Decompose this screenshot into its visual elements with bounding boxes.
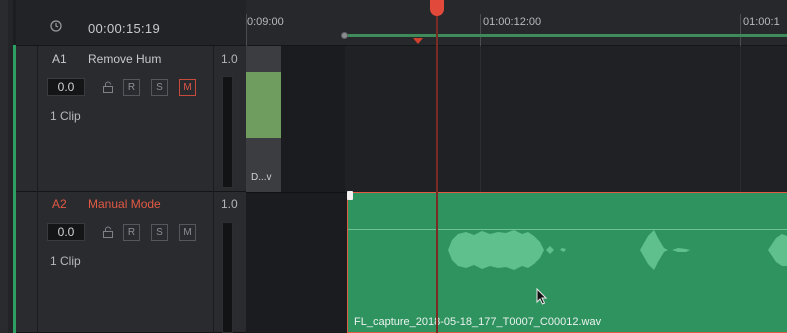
- playhead-line[interactable]: [436, 12, 438, 333]
- clock-icon: [50, 20, 62, 32]
- divider: [213, 192, 214, 333]
- mute-button[interactable]: M: [179, 224, 196, 241]
- solo-button[interactable]: S: [151, 224, 168, 241]
- ruler-tick: [740, 14, 741, 46]
- divider: [37, 46, 38, 192]
- clip-waveform: [448, 230, 787, 270]
- divider: [213, 46, 214, 192]
- track-id: A1: [52, 52, 67, 66]
- lock-icon[interactable]: [102, 81, 114, 93]
- track-level: 1.0: [221, 197, 238, 211]
- left-gutter: [0, 0, 8, 333]
- track-name[interactable]: Manual Mode: [88, 197, 161, 211]
- marker-icon[interactable]: [413, 38, 423, 44]
- track-id: A2: [52, 197, 67, 211]
- ruler-label: 01:00:1: [743, 16, 780, 28]
- timeline-range-bar[interactable]: [343, 34, 787, 37]
- volume-field[interactable]: 0.0: [47, 78, 85, 96]
- mute-button[interactable]: M: [179, 79, 196, 96]
- clip-waveform: [246, 72, 281, 138]
- track-level: 1.0: [221, 52, 238, 66]
- ruler-label: 01:00:12:00: [483, 16, 542, 28]
- clip-fade-handle[interactable]: [347, 191, 353, 200]
- clip-count: 1 Clip: [50, 254, 81, 268]
- solo-button[interactable]: S: [151, 79, 168, 96]
- clip-count: 1 Clip: [50, 109, 81, 123]
- track-name[interactable]: Remove Hum: [88, 52, 161, 66]
- arm-record-button[interactable]: R: [123, 224, 140, 241]
- mouse-cursor-icon: [536, 288, 548, 305]
- arm-record-button[interactable]: R: [123, 79, 140, 96]
- divider: [37, 192, 38, 333]
- range-start-handle[interactable]: [341, 32, 348, 39]
- audio-meter: [222, 222, 233, 333]
- playhead-handle[interactable]: [430, 0, 444, 16]
- grid-line: [480, 46, 481, 192]
- volume-field[interactable]: 0.0: [47, 223, 85, 241]
- timecode-display: 00:00:15:19: [88, 21, 160, 36]
- lock-icon[interactable]: [102, 226, 114, 238]
- clip-name: D...v: [251, 172, 272, 183]
- grid-line: [740, 46, 741, 192]
- audio-meter: [222, 76, 233, 188]
- clip-name: FL_capture_2018-05-18_177_T0007_C00012.w…: [354, 316, 602, 328]
- ruler-tick: [480, 14, 481, 46]
- track-lane-a1-empty[interactable]: [345, 46, 787, 192]
- ruler-label: 0:09:00: [247, 16, 284, 28]
